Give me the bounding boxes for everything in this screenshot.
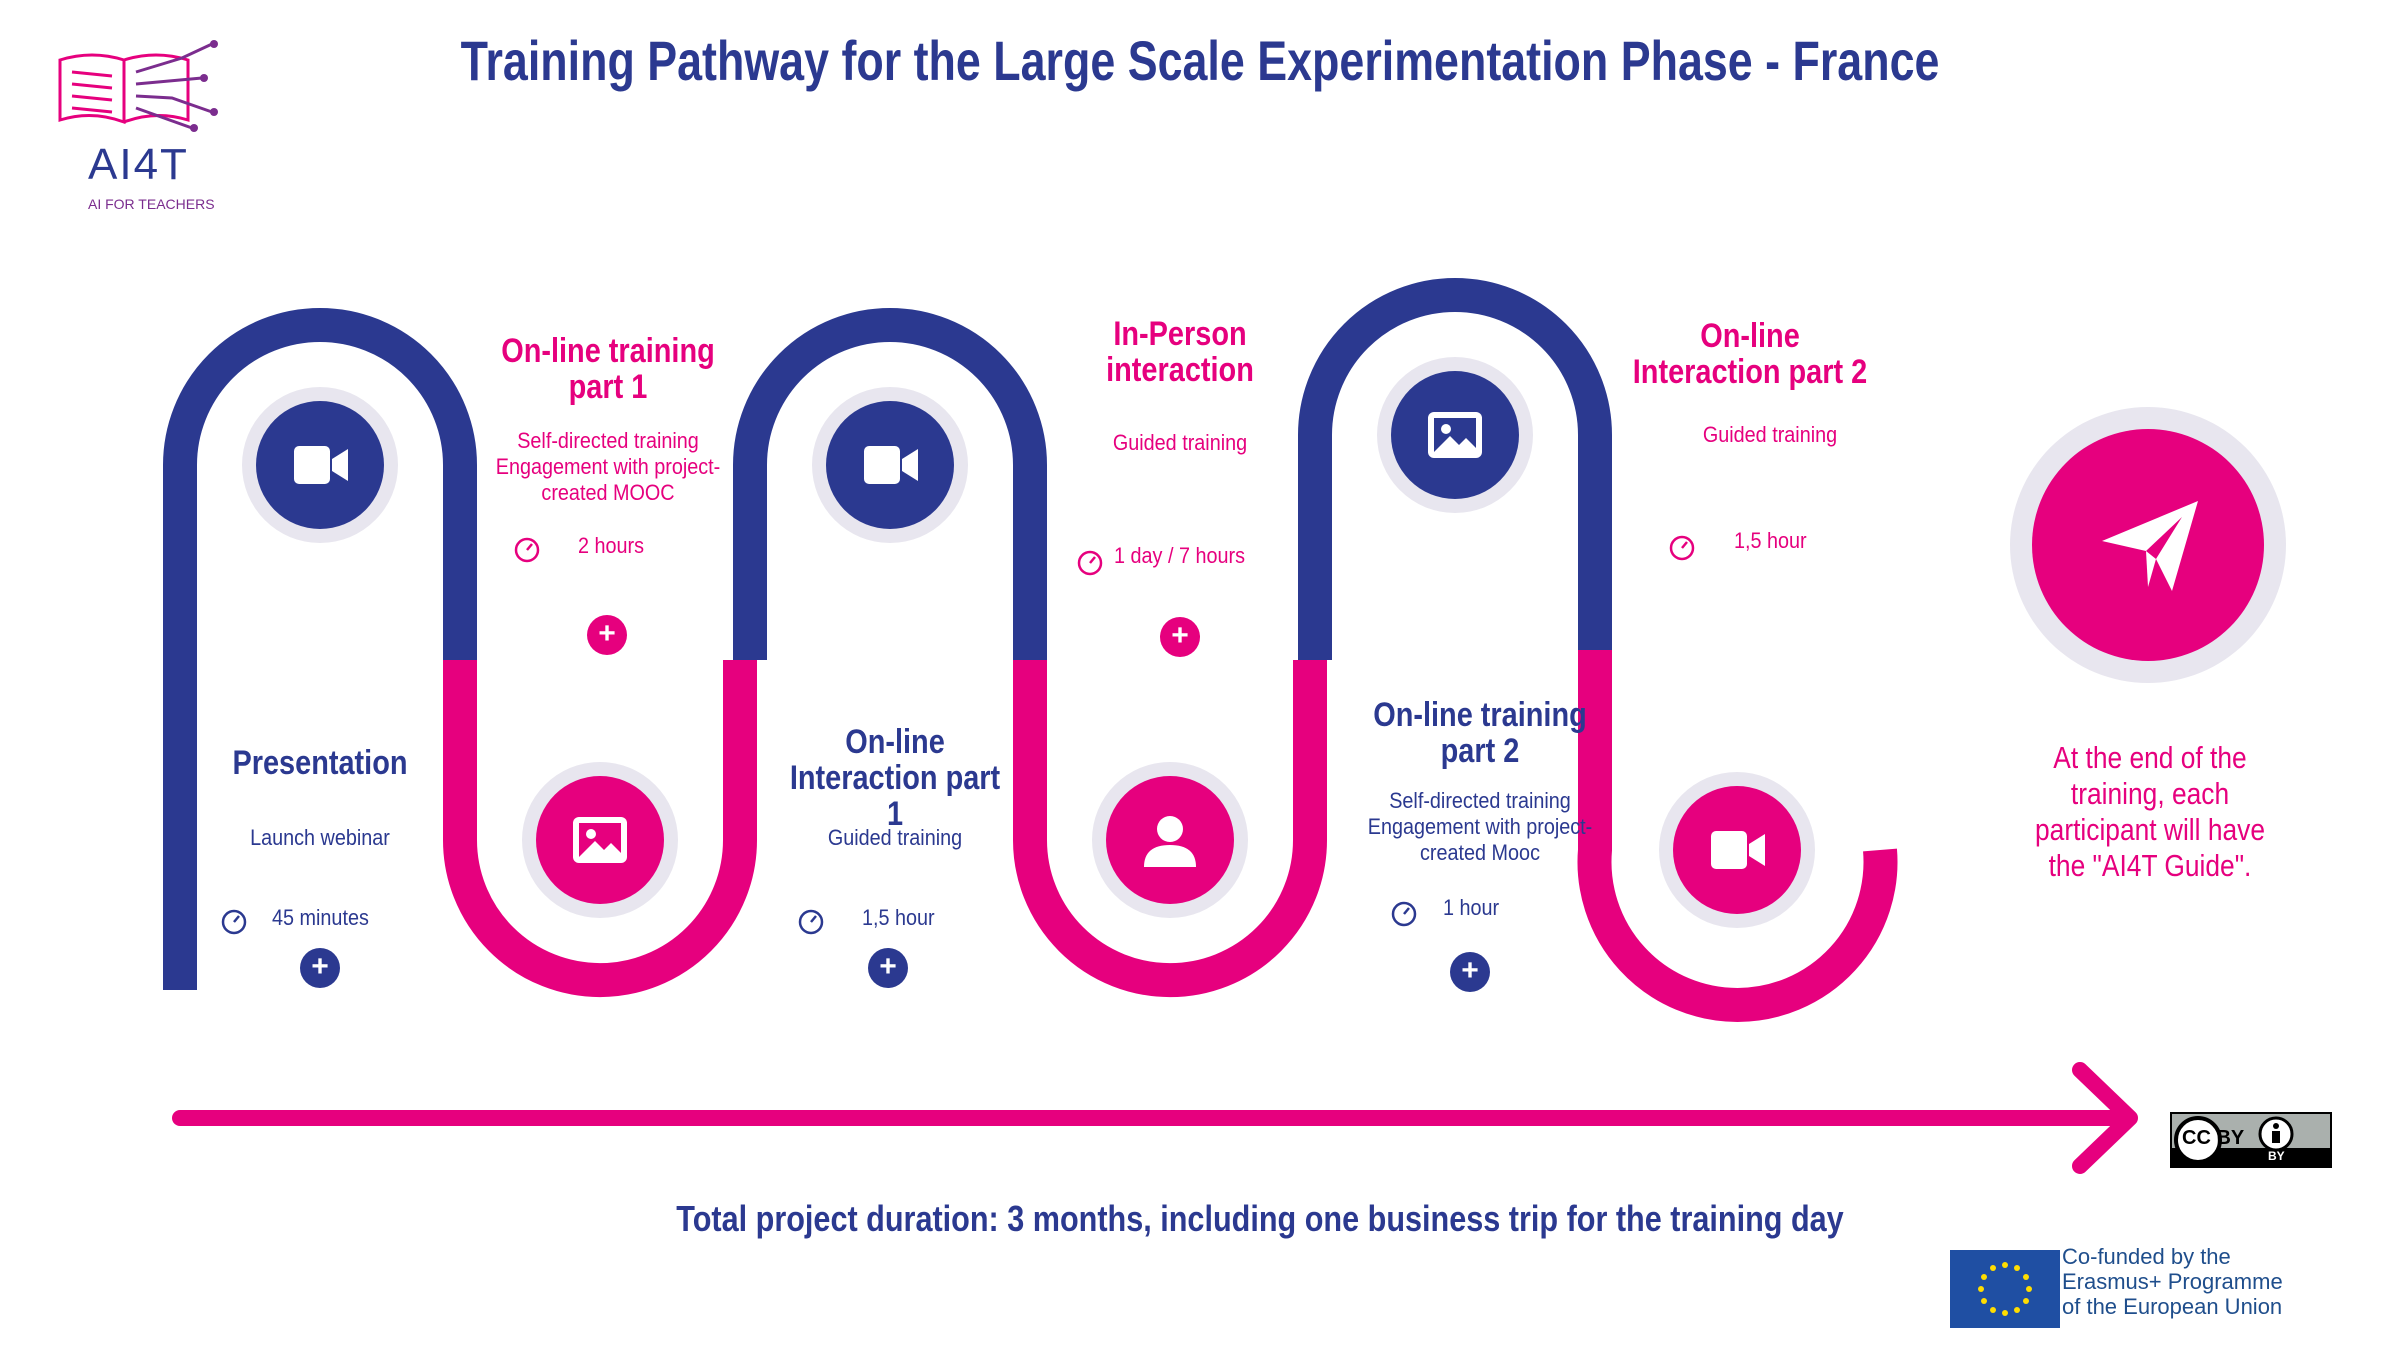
step-3-description: Guided training xyxy=(827,825,963,850)
step-6-duration: 1,5 hour xyxy=(1734,528,1807,553)
step-5-description: Self-directed training Engagement with p… xyxy=(1367,788,1593,865)
step-4-description: Guided training xyxy=(1112,430,1248,455)
image-icon xyxy=(573,817,627,863)
timer-icon xyxy=(221,909,247,935)
timer-icon xyxy=(514,537,540,563)
step-1-duration: 45 minutes xyxy=(272,905,369,930)
timer-icon xyxy=(1669,535,1695,561)
step-1-description: Launch webinar xyxy=(250,825,390,850)
eu-flag-icon xyxy=(1950,1250,2060,1328)
step-5-title: On-line training part 2 xyxy=(1373,696,1587,770)
timer-icon xyxy=(1077,550,1103,576)
total-project-duration: Total project duration: 3 months, includ… xyxy=(676,1198,1844,1239)
step-3-expand-button[interactable]: + xyxy=(868,948,908,988)
step-3-title: On-line Interaction part 1 xyxy=(789,723,1001,833)
step-1-expand-button[interactable]: + xyxy=(300,948,340,988)
cc-by-label: BY xyxy=(2268,1149,2285,1163)
step-2-expand-button[interactable]: + xyxy=(587,615,627,655)
step-5-duration: 1 hour xyxy=(1443,895,1500,920)
timeline-arrow xyxy=(172,1062,2138,1174)
step-5-expand-button[interactable]: + xyxy=(1450,952,1490,992)
cc-license-badge: CC BY BY xyxy=(2170,1112,2332,1168)
step-3-duration: 1,5 hour xyxy=(862,905,935,930)
step-2-duration: 2 hours xyxy=(578,533,645,558)
step-2-title: On-line training part 1 xyxy=(501,332,715,406)
image-icon xyxy=(1428,412,1482,458)
pathway-graphic xyxy=(163,278,2286,1328)
step-2-description: Self-directed training Engagement with p… xyxy=(495,428,721,505)
cc-label: CC BY xyxy=(2182,1127,2245,1149)
step-6-title: On-line Interaction part 2 xyxy=(1632,317,1868,391)
timer-icon xyxy=(1391,901,1417,927)
step-4-duration: 1 day / 7 hours xyxy=(1114,543,1245,568)
step-4-title: In-Person interaction xyxy=(1106,315,1254,389)
step-4-expand-button[interactable]: + xyxy=(1160,617,1200,657)
timer-icon xyxy=(798,909,824,935)
end-message: At the end of the training, each partici… xyxy=(2035,740,2265,883)
eu-cofunding-text: Co-funded by the Erasmus+ Programme of t… xyxy=(2062,1244,2283,1319)
step-6-description: Guided training xyxy=(1702,422,1838,447)
step-1-title: Presentation xyxy=(232,744,408,782)
